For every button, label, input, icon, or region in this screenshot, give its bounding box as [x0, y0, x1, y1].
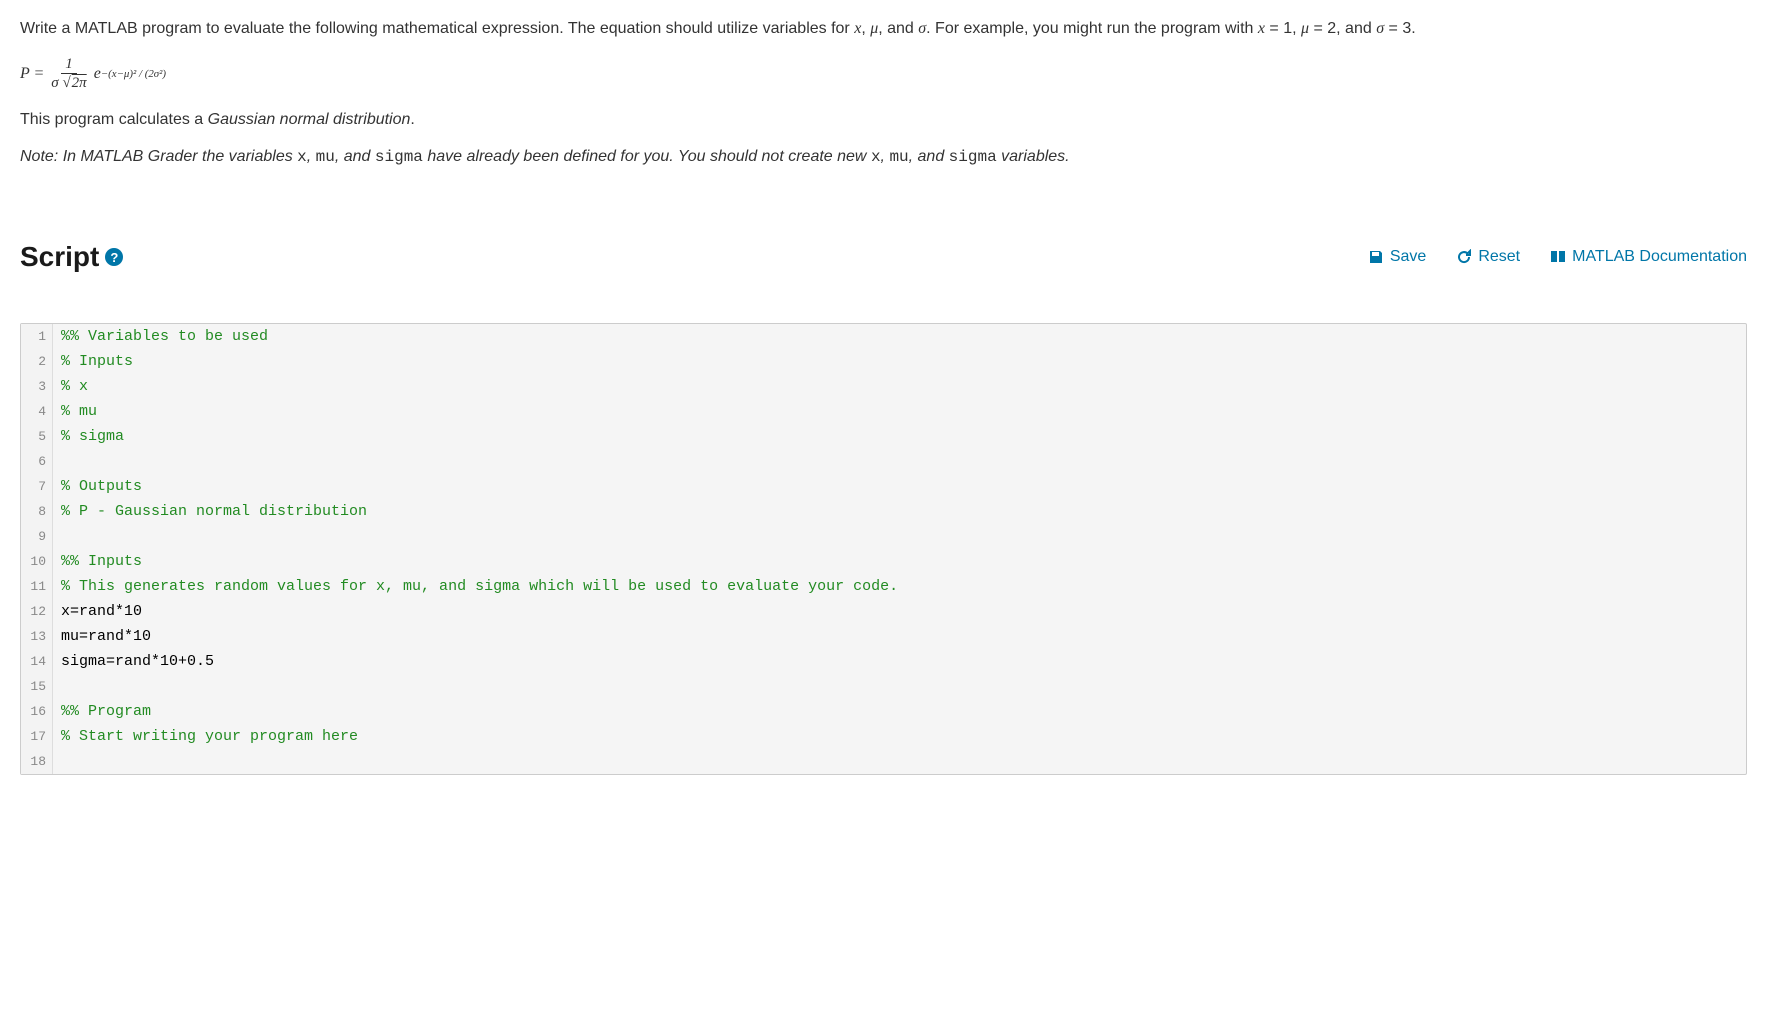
code-content[interactable]: % Outputs [53, 474, 142, 499]
line-number: 15 [21, 674, 53, 699]
reset-label: Reset [1478, 248, 1520, 266]
reset-icon [1456, 249, 1472, 265]
code-content[interactable] [53, 524, 61, 549]
code-content[interactable]: %% Variables to be used [53, 324, 268, 349]
code-content[interactable]: sigma=rand*10+0.5 [53, 649, 214, 674]
problem-description: Write a MATLAB program to evaluate the f… [20, 15, 1747, 171]
code-line[interactable]: 10%% Inputs [21, 549, 1746, 574]
book-icon [1550, 249, 1566, 265]
code-line[interactable]: 9 [21, 524, 1746, 549]
code-editor[interactable]: 1%% Variables to be used2% Inputs3% x4% … [20, 323, 1747, 775]
code-line[interactable]: 5% sigma [21, 424, 1746, 449]
line-number: 9 [21, 524, 53, 549]
script-header: Script ? Save Reset MATLAB Documentation [20, 241, 1747, 273]
line-number: 1 [21, 324, 53, 349]
line-number: 3 [21, 374, 53, 399]
code-line[interactable]: 12x=rand*10 [21, 599, 1746, 624]
code-line[interactable]: 13mu=rand*10 [21, 624, 1746, 649]
code-content[interactable]: % Inputs [53, 349, 133, 374]
code-line[interactable]: 4% mu [21, 399, 1746, 424]
code-line[interactable]: 18 [21, 749, 1746, 774]
code-content[interactable]: % sigma [53, 424, 124, 449]
toolbar: Save Reset MATLAB Documentation [1368, 248, 1747, 266]
code-content[interactable] [53, 674, 61, 699]
code-line[interactable]: 14sigma=rand*10+0.5 [21, 649, 1746, 674]
docs-button[interactable]: MATLAB Documentation [1550, 248, 1747, 266]
code-content[interactable]: % x [53, 374, 88, 399]
code-content[interactable]: % P - Gaussian normal distribution [53, 499, 367, 524]
code-content[interactable] [53, 749, 61, 774]
code-line[interactable]: 8% P - Gaussian normal distribution [21, 499, 1746, 524]
save-button[interactable]: Save [1368, 248, 1426, 266]
code-line[interactable]: 1%% Variables to be used [21, 324, 1746, 349]
code-content[interactable]: mu=rand*10 [53, 624, 151, 649]
script-title: Script ? [20, 241, 123, 273]
code-line[interactable]: 11% This generates random values for x, … [21, 574, 1746, 599]
line-number: 16 [21, 699, 53, 724]
line-number: 7 [21, 474, 53, 499]
line-number: 14 [21, 649, 53, 674]
line-number: 8 [21, 499, 53, 524]
code-content[interactable]: %% Inputs [53, 549, 142, 574]
intro-paragraph: Write a MATLAB program to evaluate the f… [20, 15, 1747, 42]
code-content[interactable]: %% Program [53, 699, 151, 724]
intro-text-1: Write a MATLAB program to evaluate the f… [20, 20, 854, 37]
line-number: 6 [21, 449, 53, 474]
line-number: 2 [21, 349, 53, 374]
code-line[interactable]: 17% Start writing your program here [21, 724, 1746, 749]
line-number: 4 [21, 399, 53, 424]
formula-exponent: −(x−μ)² / (2σ²) [101, 65, 166, 83]
docs-label: MATLAB Documentation [1572, 248, 1747, 266]
gaussian-note: This program calculates a Gaussian norma… [20, 106, 1747, 133]
code-content[interactable]: % mu [53, 399, 97, 424]
code-line[interactable]: 3% x [21, 374, 1746, 399]
line-number: 5 [21, 424, 53, 449]
code-content[interactable]: % This generates random values for x, mu… [53, 574, 898, 599]
line-number: 10 [21, 549, 53, 574]
help-icon[interactable]: ? [105, 248, 123, 266]
code-line[interactable]: 2% Inputs [21, 349, 1746, 374]
line-number: 13 [21, 624, 53, 649]
formula-P: P = [20, 60, 44, 87]
var-sigma: σ [918, 20, 926, 37]
code-content[interactable]: x=rand*10 [53, 599, 142, 624]
save-icon [1368, 249, 1384, 265]
code-line[interactable]: 16%% Program [21, 699, 1746, 724]
save-label: Save [1390, 248, 1426, 266]
line-number: 12 [21, 599, 53, 624]
formula-fraction: 1 σ √2π [47, 56, 90, 92]
line-number: 17 [21, 724, 53, 749]
code-content[interactable] [53, 449, 61, 474]
line-number: 18 [21, 749, 53, 774]
code-content[interactable]: % Start writing your program here [53, 724, 358, 749]
code-line[interactable]: 15 [21, 674, 1746, 699]
formula: P = 1 σ √2π e−(x−μ)² / (2σ²) [20, 56, 1747, 92]
line-number: 11 [21, 574, 53, 599]
reset-button[interactable]: Reset [1456, 248, 1520, 266]
note-line: Note: In MATLAB Grader the variables x, … [20, 143, 1747, 171]
code-line[interactable]: 7% Outputs [21, 474, 1746, 499]
code-line[interactable]: 6 [21, 449, 1746, 474]
formula-e: e [94, 60, 101, 87]
